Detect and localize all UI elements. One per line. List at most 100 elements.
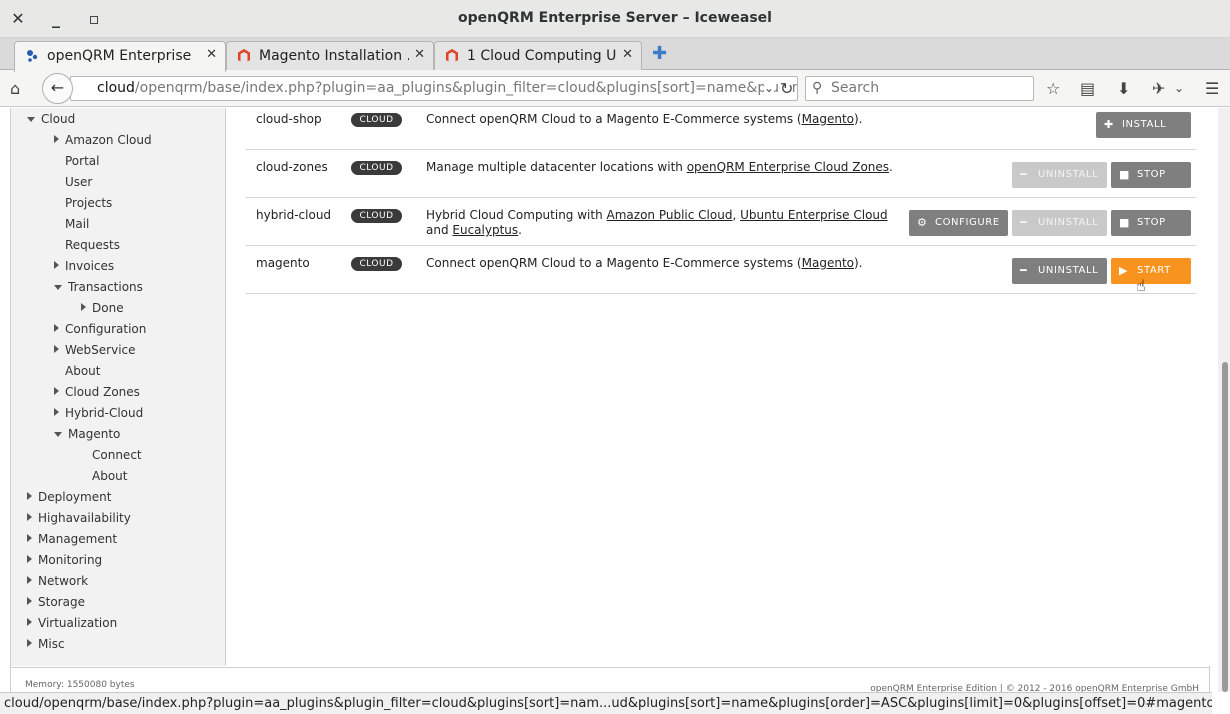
sidebar-item-connect[interactable]: Connect	[81, 448, 142, 462]
sidebar-item-storage[interactable]: Storage	[27, 595, 85, 609]
page-frame: Cloud Amazon Cloud Portal User Projects Mail R…	[10, 108, 1210, 668]
expand-triangle-icon[interactable]	[27, 492, 32, 500]
expand-triangle-icon[interactable]	[27, 576, 32, 584]
sidebar-item-label: Connect	[92, 448, 142, 462]
sidebar-item-monitoring[interactable]: Monitoring	[27, 553, 102, 567]
download-icon[interactable]: ⬇	[1117, 79, 1130, 98]
expand-triangle-icon[interactable]	[27, 534, 32, 542]
plugin-row: hybrid-cloud CLOUD Hybrid Cloud Computing …	[246, 198, 1196, 246]
reload-icon[interactable]: ↻	[780, 79, 794, 98]
search-input[interactable]: ⚲ Search	[805, 76, 1034, 101]
sidebar-item-virtualization[interactable]: Virtualization	[27, 616, 117, 630]
sidebar-item-label: Configuration	[65, 322, 147, 336]
stop-button[interactable]: ■ STOP	[1111, 162, 1191, 188]
expand-triangle-icon[interactable]	[54, 261, 59, 269]
addon-dropdown-icon[interactable]: ⌄	[1174, 81, 1184, 95]
tab-label: openQRM Enterprise ...	[47, 48, 197, 64]
tab-label: Magento Installation ...	[259, 48, 409, 64]
sidebar-item-hybrid-cloud[interactable]: Hybrid-Cloud	[54, 406, 143, 420]
uninstall-button[interactable]: ━ UNINSTALL	[1012, 210, 1107, 236]
plugin-link[interactable]: Magento	[802, 256, 854, 270]
search-icon: ⚲	[812, 80, 823, 96]
tab-close-icon[interactable]: ✕	[622, 47, 633, 62]
tab-close-icon[interactable]: ✕	[206, 47, 217, 62]
stop-button[interactable]: ■ STOP	[1111, 210, 1191, 236]
sidebar-item-about[interactable]: About	[54, 364, 100, 378]
sidebar-item-magento[interactable]: Magento	[54, 427, 120, 441]
url-bar[interactable]: cloud/openqrm/base/index.php?plugin=aa_p…	[70, 76, 798, 101]
sidebar-item-portal[interactable]: Portal	[54, 154, 99, 168]
expand-triangle-icon[interactable]	[54, 135, 59, 143]
sidebar-item-invoices[interactable]: Invoices	[54, 259, 114, 273]
collapse-triangle-icon[interactable]	[54, 285, 62, 290]
sidebar-item-webservice[interactable]: WebService	[54, 343, 136, 357]
sidebar-item-label: Management	[38, 532, 118, 546]
expand-triangle-icon[interactable]	[27, 555, 32, 563]
sidebar-item-network[interactable]: Network	[27, 574, 88, 588]
collapse-triangle-icon[interactable]	[27, 117, 35, 122]
expand-triangle-icon[interactable]	[27, 618, 32, 626]
sidebar-item-configuration[interactable]: Configuration	[54, 322, 146, 336]
start-button[interactable]: ▶ START	[1111, 258, 1191, 284]
expand-triangle-icon[interactable]	[27, 513, 32, 521]
expand-triangle-icon[interactable]	[54, 345, 59, 353]
bookmark-star-icon[interactable]: ☆	[1046, 79, 1060, 98]
sidebar-item-misc[interactable]: Misc	[27, 637, 65, 651]
sidebar-item-highavailability[interactable]: Highavailability	[27, 511, 131, 525]
collapse-triangle-icon[interactable]	[54, 432, 62, 437]
sidebar-item-projects[interactable]: Projects	[54, 196, 112, 210]
addon-icon[interactable]: ✈	[1152, 79, 1165, 98]
sidebar-item-label: Virtualization	[38, 616, 118, 630]
menu-icon[interactable]: ☰	[1205, 79, 1219, 98]
expand-triangle-icon[interactable]	[54, 408, 59, 416]
sidebar-item-done[interactable]: Done	[81, 301, 124, 315]
home-icon[interactable]: ⌂	[10, 79, 20, 98]
sidebar-item-user[interactable]: User	[54, 175, 92, 189]
new-tab-icon[interactable]: ✚	[652, 43, 667, 64]
expand-triangle-icon[interactable]	[27, 639, 32, 647]
expand-triangle-icon[interactable]	[27, 597, 32, 605]
sidebar-item-label: Invoices	[65, 259, 115, 273]
tab-magento-installation[interactable]: Magento Installation ... ✕	[226, 41, 434, 71]
plugin-link[interactable]: Ubuntu Enterprise Cloud	[740, 208, 888, 222]
sidebar-item-cloud-zones[interactable]: Cloud Zones	[54, 385, 140, 399]
expand-triangle-icon[interactable]	[54, 387, 59, 395]
button-label: UNINSTALL	[1038, 265, 1099, 276]
tab-openqrm[interactable]: openQRM Enterprise ... ✕	[14, 41, 226, 72]
magento-favicon-icon	[238, 49, 250, 62]
uninstall-button[interactable]: ━ UNINSTALL	[1012, 162, 1107, 188]
configure-button[interactable]: ⚙ CONFIGURE	[909, 210, 1008, 236]
sidebar-item-label: Amazon Cloud	[65, 133, 152, 147]
scrollbar-thumb[interactable]	[1222, 362, 1228, 692]
url-dropdown-icon[interactable]: ⌄	[764, 81, 775, 95]
sidebar-item-amazon-cloud[interactable]: Amazon Cloud	[54, 133, 152, 147]
plugin-row: magento CLOUD Connect openQRM Cloud to a M…	[246, 246, 1196, 294]
sidebar-item-deployment[interactable]: Deployment	[27, 490, 111, 504]
plugin-link[interactable]: openQRM Enterprise Cloud Zones	[687, 160, 889, 174]
back-icon[interactable]: ←	[42, 73, 73, 104]
plugin-description: Connect openQRM Cloud to a Magento E-Com…	[426, 256, 863, 270]
tab-cloud-computing[interactable]: 1 Cloud Computing U... ✕	[434, 41, 642, 71]
plugin-description: Manage multiple datacenter locations wit…	[426, 160, 893, 174]
plus-icon: ✚	[1104, 118, 1114, 131]
sidebar-item-mail[interactable]: Mail	[54, 217, 89, 231]
sidebar-item-requests[interactable]: Requests	[54, 238, 120, 252]
minus-icon: ━	[1020, 216, 1028, 229]
plugin-type-badge: CLOUD	[351, 161, 402, 175]
sidebar-item-about[interactable]: About	[81, 469, 127, 483]
mouse-cursor-icon: ☝	[1136, 276, 1146, 295]
plugin-link[interactable]: Amazon Public Cloud	[607, 208, 733, 222]
sidebar-item-management[interactable]: Management	[27, 532, 117, 546]
sidebar-item-transactions[interactable]: Transactions	[54, 280, 143, 294]
url-path: /openqrm/base/index.php?plugin=aa_plugin…	[134, 80, 798, 96]
plugin-link[interactable]: Magento	[802, 112, 854, 126]
page-scrollbar[interactable]	[1218, 108, 1230, 692]
expand-triangle-icon[interactable]	[54, 324, 59, 332]
tab-close-icon[interactable]: ✕	[414, 47, 425, 62]
sidebar-item-cloud[interactable]: Cloud	[27, 112, 75, 126]
reading-list-icon[interactable]: ▤	[1080, 79, 1095, 98]
install-button[interactable]: ✚ INSTALL	[1096, 112, 1191, 138]
uninstall-button[interactable]: ━ UNINSTALL	[1012, 258, 1107, 284]
expand-triangle-icon[interactable]	[81, 303, 86, 311]
plugin-link[interactable]: Eucalyptus	[452, 223, 518, 237]
